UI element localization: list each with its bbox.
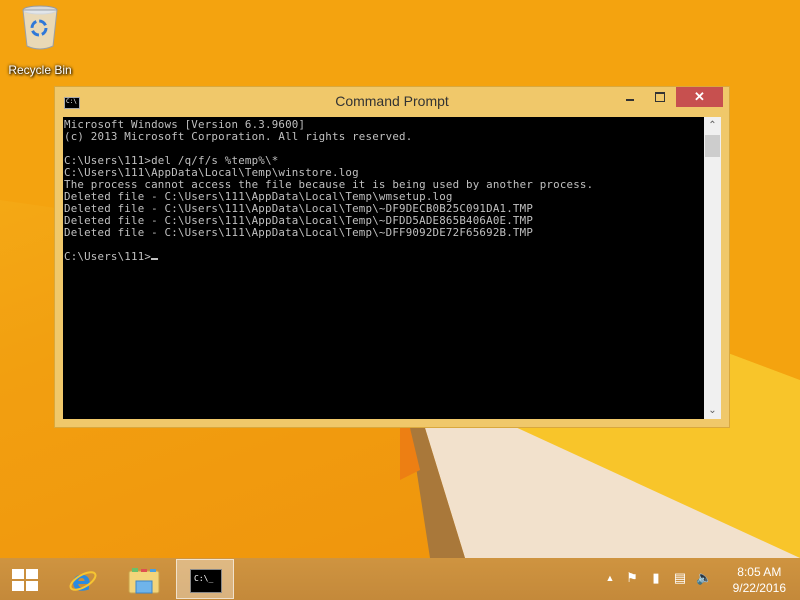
clock-date: 9/22/2016 [732, 581, 786, 595]
clock[interactable]: 8:05 AM 9/22/2016 [733, 564, 786, 596]
console-text: Microsoft Windows [Version 6.3.9600] (c)… [63, 117, 704, 263]
desktop-icon-recycle-bin[interactable]: Recycle Bin [4, 4, 76, 77]
battery-icon[interactable]: ▮ [648, 570, 664, 586]
console-line: Deleted file - C:\Users\111\AppData\Loca… [64, 226, 534, 239]
taskbar-file-explorer[interactable] [116, 559, 172, 599]
desktop-icon-label: Recycle Bin [8, 63, 72, 77]
desktop: Recycle Bin C:\ Command Prompt ✕ Microso… [0, 0, 800, 558]
clock-time: 8:05 AM [737, 565, 782, 579]
show-hidden-icons-chevron[interactable]: ▲ [602, 570, 618, 586]
volume-icon[interactable]: 🔈 [696, 570, 712, 586]
close-button[interactable]: ✕ [676, 87, 723, 107]
console-output[interactable]: Microsoft Windows [Version 6.3.9600] (c)… [63, 117, 704, 419]
taskbar: e C:\_ ▲ ⚑ ▮ ▤ 🔈 8:05 AM 9/22/2016 [0, 558, 800, 600]
network-icon[interactable]: ▤ [672, 570, 688, 586]
scroll-up-button[interactable]: ⌃ [704, 117, 721, 134]
taskbar-internet-explorer[interactable]: e [56, 559, 112, 599]
maximize-button[interactable] [647, 87, 673, 107]
minimize-button[interactable] [617, 87, 643, 107]
action-center-flag-icon[interactable]: ⚑ [624, 570, 640, 586]
console-prompt: C:\Users\111> [64, 250, 152, 263]
vertical-scrollbar[interactable]: ⌃ ⌄ [704, 117, 721, 419]
taskbar-command-prompt[interactable]: C:\_ [176, 559, 234, 599]
start-button[interactable] [0, 559, 56, 599]
text-cursor [151, 258, 159, 260]
windows-logo-icon [12, 569, 38, 591]
folder-icon [128, 568, 160, 594]
console-line: (c) 2013 Microsoft Corporation. All righ… [64, 130, 413, 143]
recycle-bin-icon [22, 5, 58, 50]
command-prompt-window[interactable]: C:\ Command Prompt ✕ Microsoft Windows [… [54, 86, 730, 428]
cmd-icon: C:\_ [190, 569, 222, 593]
title-bar[interactable]: C:\ Command Prompt ✕ [55, 87, 729, 117]
system-tray: ▲ ⚑ ▮ ▤ 🔈 8:05 AM 9/22/2016 [600, 558, 800, 600]
internet-explorer-icon: e [69, 565, 97, 595]
scroll-down-button[interactable]: ⌄ [704, 402, 721, 419]
scroll-thumb[interactable] [705, 135, 720, 157]
